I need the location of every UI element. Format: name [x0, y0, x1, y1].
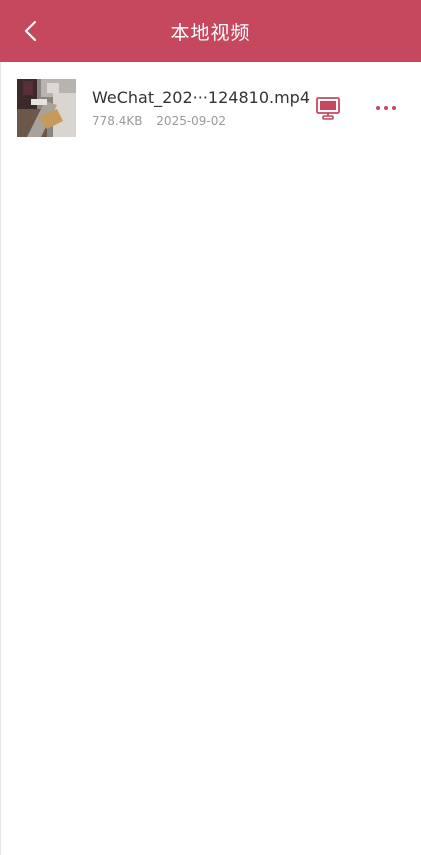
video-date: 2025-09-02: [156, 114, 227, 128]
video-meta: 778.4KB 2025-09-02: [92, 114, 226, 128]
screen-edge-divider: [0, 62, 1, 855]
top-nav-bar: 本地视频: [0, 0, 421, 62]
cast-to-tv-button[interactable]: [313, 94, 343, 122]
more-dots-icon: [376, 106, 396, 110]
video-thumbnail[interactable]: [17, 79, 76, 137]
tv-cast-icon: [316, 97, 340, 120]
more-options-button[interactable]: [372, 94, 400, 122]
video-list-item[interactable]: WeChat_202···124810.mp4 778.4KB 2025-09-…: [0, 76, 421, 140]
video-file-size: 778.4KB: [92, 114, 143, 128]
back-button[interactable]: [14, 14, 48, 48]
page-title: 本地视频: [170, 21, 251, 44]
chevron-left-icon: [24, 20, 37, 42]
local-video-screen: 本地视频 WeChat_202···124810.mp4 778.4KB 202…: [0, 0, 421, 855]
video-file-name: WeChat_202···124810.mp4: [92, 88, 310, 107]
